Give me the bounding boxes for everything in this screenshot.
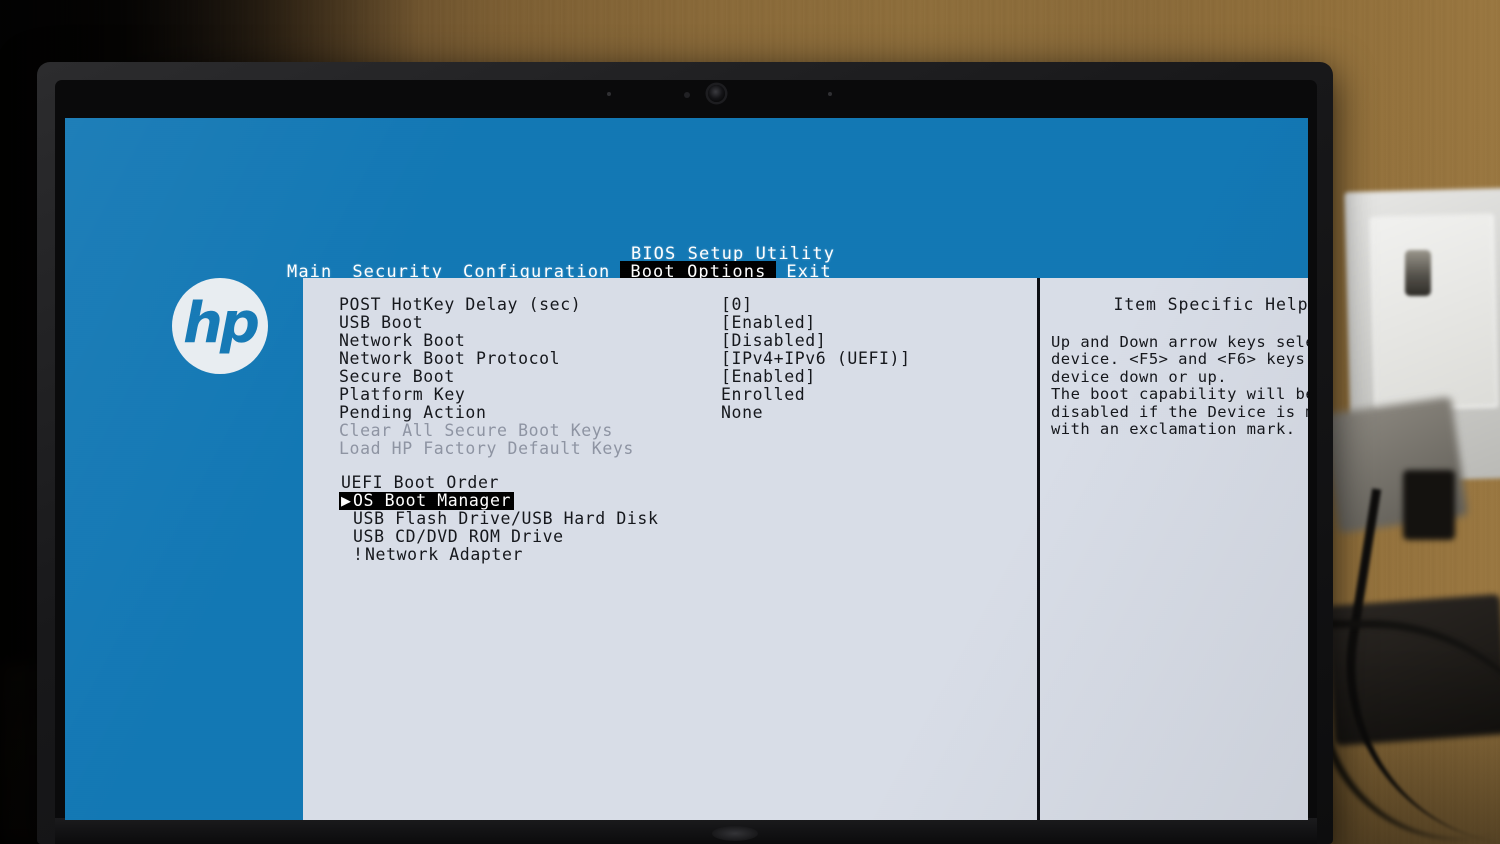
- setting-label: Load HP Factory Default Keys: [339, 439, 634, 458]
- selection-cursor-icon: ▶: [341, 491, 352, 510]
- setting-label: Platform Key: [339, 385, 466, 404]
- photo-scene: hp BIOS Setup Utility Main Security Conf…: [0, 0, 1500, 844]
- help-line: disabled if the Device is marked: [1051, 402, 1308, 421]
- setting-row-network-boot[interactable]: Network Boot [Disabled]: [339, 332, 999, 350]
- help-line: with an exclamation mark.: [1051, 420, 1296, 438]
- boot-item-label: USB Flash Drive/USB Hard Disk: [353, 509, 659, 528]
- setting-value[interactable]: [IPv4+IPv6 (UEFI)]: [721, 350, 911, 368]
- help-line: device down or up.: [1051, 367, 1228, 386]
- microphone-dot-right: [828, 92, 832, 96]
- laptop-chin: [55, 818, 1317, 844]
- exclamation-mark-icon: !: [353, 545, 364, 564]
- setting-row-pending-action: Pending Action None: [339, 404, 999, 422]
- setting-row-usb-boot[interactable]: USB Boot [Enabled]: [339, 314, 999, 332]
- wall-outlet-inner: [1369, 213, 1499, 411]
- setting-value: None: [721, 403, 764, 422]
- boot-item-label: OS Boot Manager: [353, 491, 512, 510]
- setting-label: Pending Action: [339, 403, 487, 422]
- settings-list: POST HotKey Delay (sec) [0] USB Boot [En…: [339, 296, 999, 458]
- uefi-boot-order: UEFI Boot Order ▶ OS Boot Manager USB Fla…: [339, 474, 658, 564]
- boot-item-network-adapter[interactable]: ! Network Adapter: [339, 546, 658, 564]
- help-title: Item Specific Help: [1113, 295, 1308, 314]
- microphone-dot-center: [684, 92, 690, 98]
- hp-logo-text: hp: [183, 290, 260, 356]
- setting-value: Enrolled: [721, 385, 806, 404]
- chin-brand-mark: [712, 826, 758, 841]
- setting-row-load-hp-factory-default-keys: Load HP Factory Default Keys: [339, 440, 999, 458]
- setting-label: Secure Boot: [339, 367, 455, 386]
- setting-value[interactable]: [0]: [721, 296, 753, 314]
- boot-item-usb-flash-drive[interactable]: USB Flash Drive/USB Hard Disk: [339, 510, 658, 528]
- microphone-dot-left: [607, 92, 611, 96]
- boot-item-os-boot-manager[interactable]: ▶ OS Boot Manager: [339, 491, 515, 510]
- boot-item-usb-cd-dvd-rom[interactable]: USB CD/DVD ROM Drive: [339, 528, 658, 546]
- item-specific-help-panel: Item Specific Help Up and Down arrow key…: [1051, 296, 1308, 439]
- setting-value[interactable]: [Enabled]: [721, 368, 816, 386]
- setting-label: Network Boot: [339, 331, 466, 350]
- content-panel: POST HotKey Delay (sec) [0] USB Boot [En…: [303, 278, 1308, 820]
- panel-divider: [1037, 278, 1040, 820]
- setting-value[interactable]: [Enabled]: [721, 314, 816, 332]
- help-line: Up and Down arrow keys select a: [1051, 332, 1308, 351]
- outlet-socket: [1405, 250, 1431, 296]
- setting-row-clear-all-secure-boot-keys: Clear All Secure Boot Keys: [339, 422, 999, 440]
- hp-logo: hp: [172, 278, 268, 374]
- webcam-bar: [600, 82, 850, 116]
- setting-row-network-boot-protocol[interactable]: Network Boot Protocol [IPv4+IPv6 (UEFI)]: [339, 350, 999, 368]
- help-line: device. <F5> and <F6> keys move the: [1051, 350, 1306, 368]
- boot-item-label: Network Adapter: [365, 545, 524, 564]
- boot-item-label: USB CD/DVD ROM Drive: [353, 527, 564, 546]
- setting-row-post-hotkey-delay[interactable]: POST HotKey Delay (sec) [0]: [339, 296, 999, 314]
- setting-label: USB Boot: [339, 313, 424, 332]
- webcam-icon: [708, 85, 725, 102]
- bios-screen: hp BIOS Setup Utility Main Security Conf…: [65, 118, 1308, 820]
- setting-row-secure-boot[interactable]: Secure Boot [Enabled]: [339, 368, 999, 386]
- setting-row-platform-key: Platform Key Enrolled: [339, 386, 999, 404]
- setting-label: Clear All Secure Boot Keys: [339, 421, 613, 440]
- setting-label: POST HotKey Delay (sec): [339, 295, 582, 314]
- setting-value[interactable]: [Disabled]: [721, 332, 826, 350]
- setting-label: Network Boot Protocol: [339, 349, 561, 368]
- help-line: The boot capability will be: [1051, 385, 1308, 403]
- boot-order-heading: UEFI Boot Order: [341, 473, 500, 492]
